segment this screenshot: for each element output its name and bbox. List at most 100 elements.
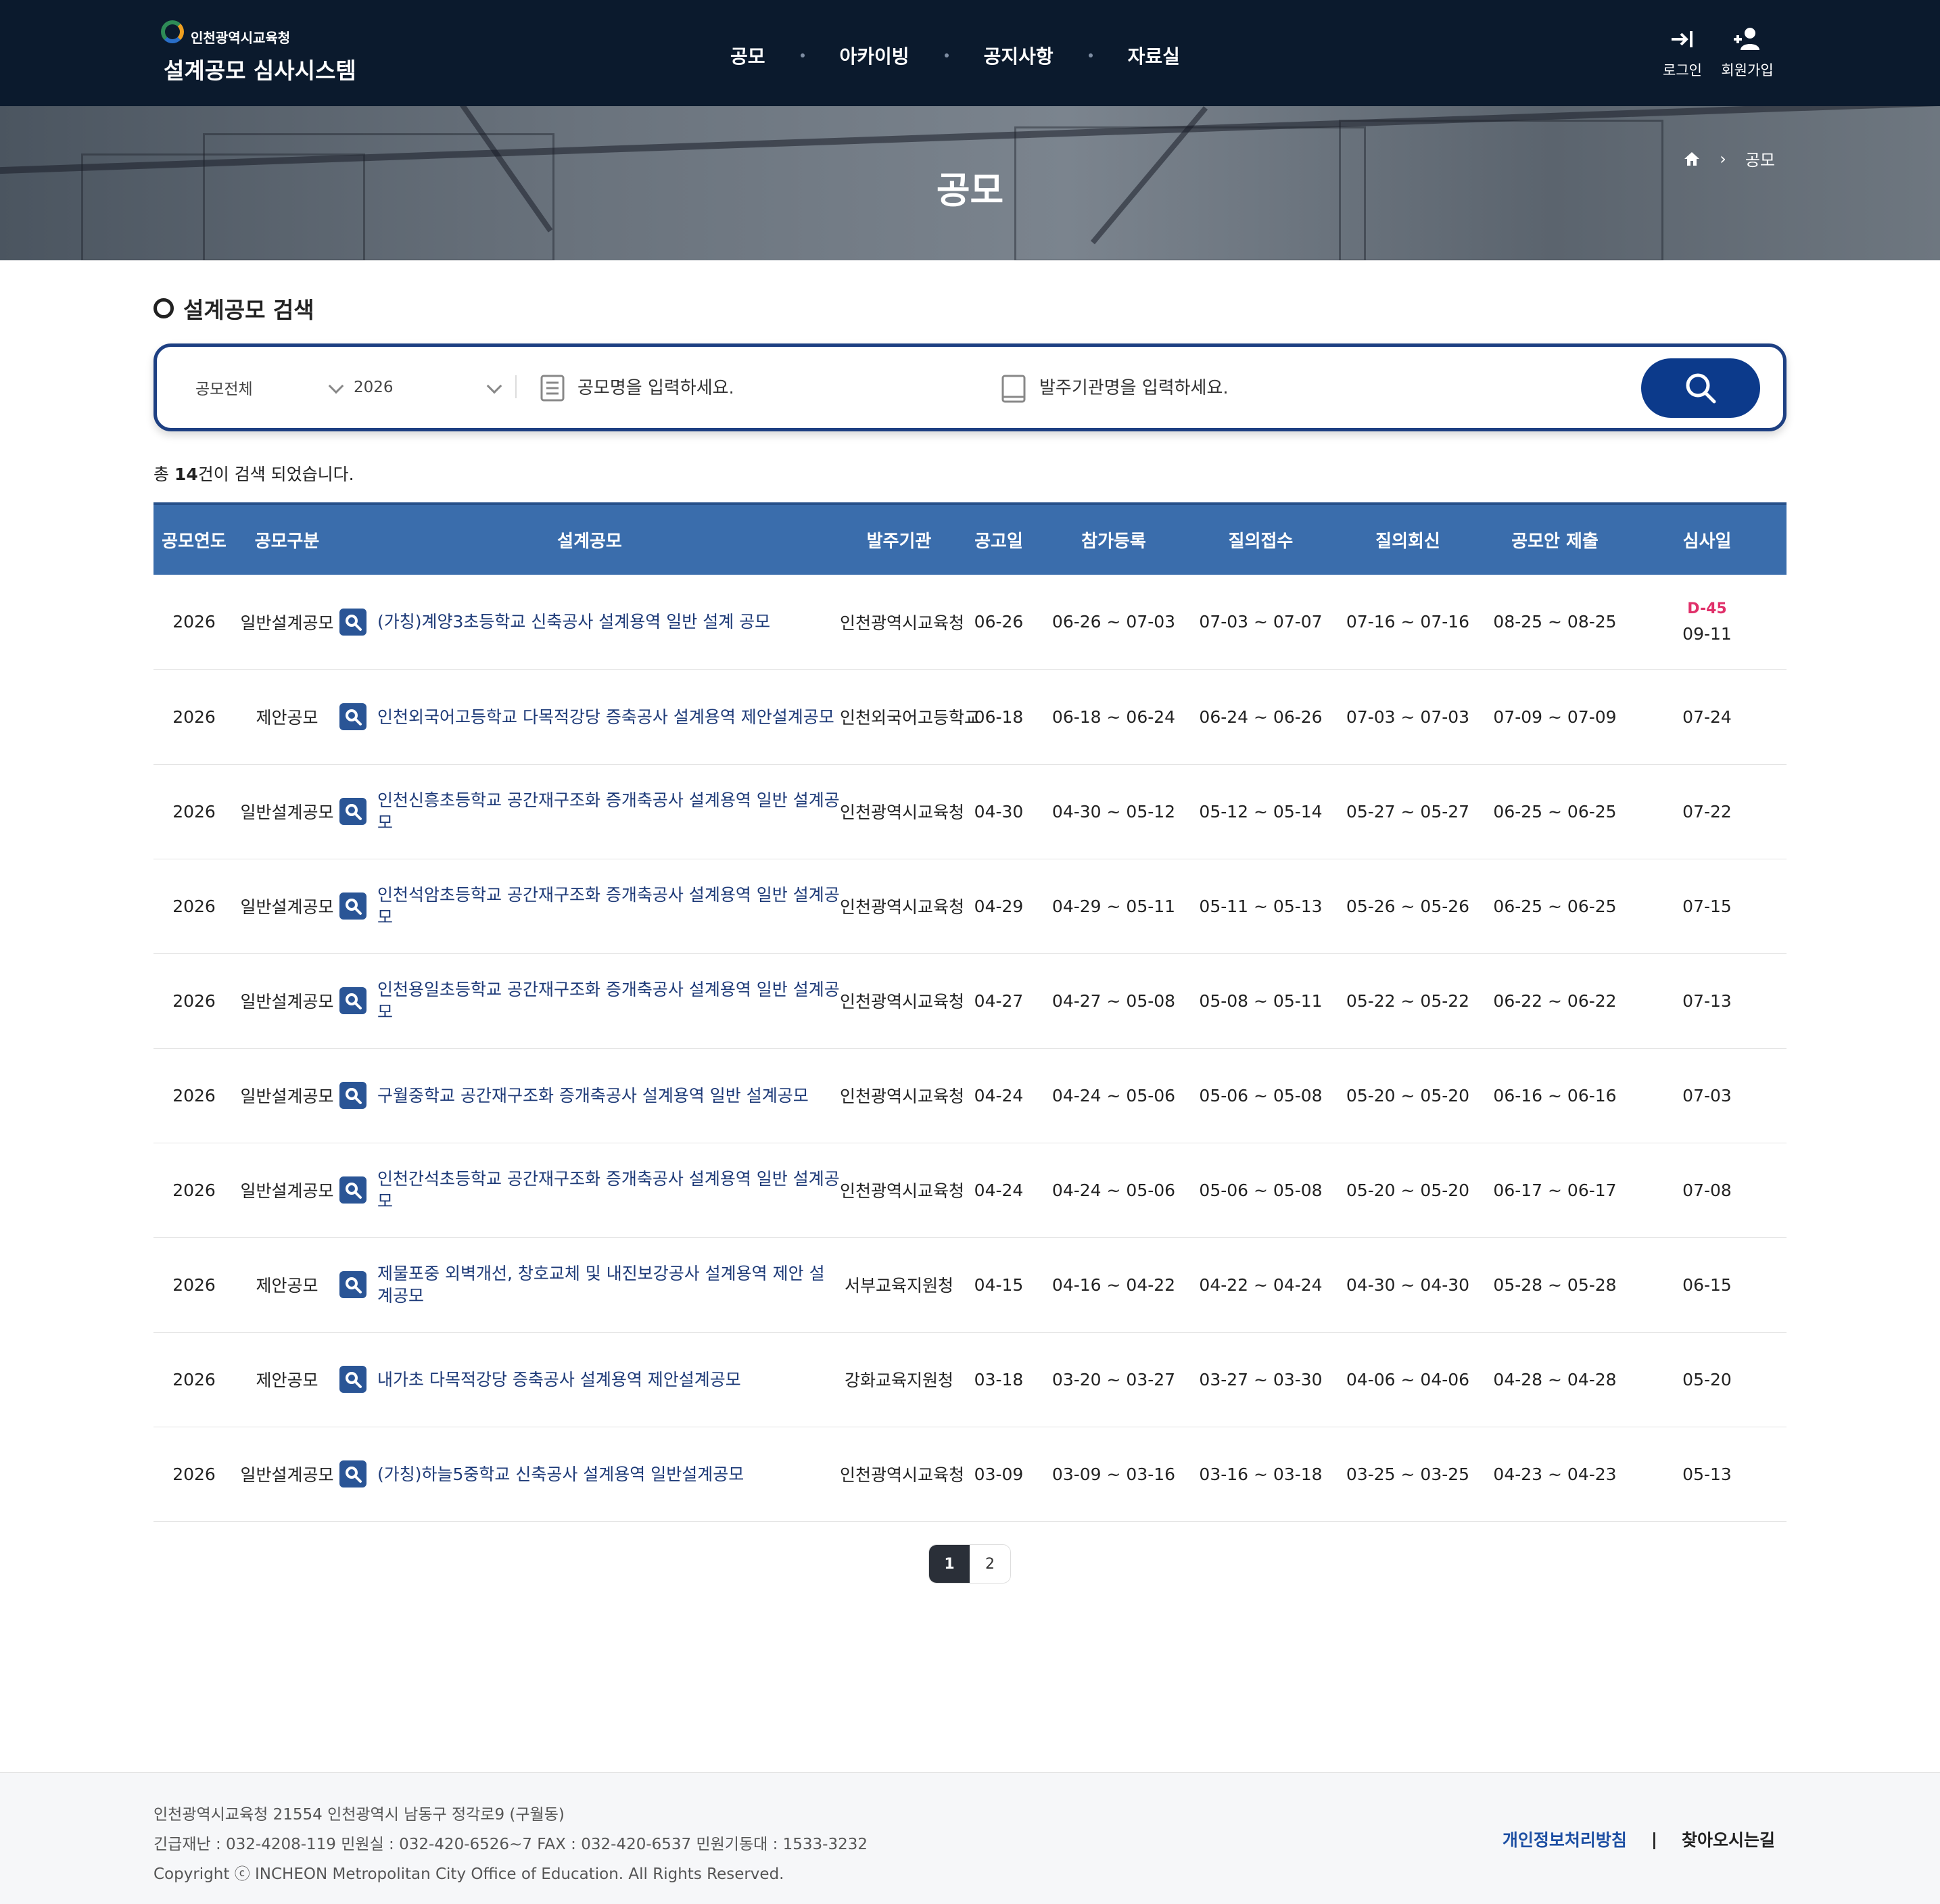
cell-year: 2026 xyxy=(172,1180,216,1200)
table-row[interactable]: 2026 제안공모 인천외국어고등학교 다목적강당 증축공사 설계용역 제안설계공모… xyxy=(153,669,1787,764)
magnifier-icon[interactable] xyxy=(339,703,366,730)
magnifier-icon[interactable] xyxy=(339,1460,366,1488)
contest-title-link[interactable]: 제물포중 외벽개선, 창호교체 및 내진보강공사 설계용역 제안 설계공모 xyxy=(377,1262,840,1307)
page-button-2[interactable]: 2 xyxy=(970,1545,1010,1583)
agency-name-input[interactable] xyxy=(1039,373,1513,404)
cell-notice-date: 06-26 xyxy=(974,612,1024,632)
cell-submission: 06-16 ~ 06-16 xyxy=(1493,1085,1617,1105)
contest-title-link[interactable]: (가칭)하늘5중학교 신축공사 설계용역 일반설계공모 xyxy=(377,1463,744,1485)
cell-submission: 06-25 ~ 06-25 xyxy=(1493,801,1617,822)
book-icon xyxy=(1001,375,1026,403)
cell-title: (가칭)하늘5중학교 신축공사 설계용역 일반설계공모 xyxy=(339,1427,840,1521)
category-select[interactable]: 공모전체 xyxy=(195,347,344,428)
nav-item-notice[interactable]: 공지사항 xyxy=(984,42,1054,69)
contest-title-link[interactable]: 인천외국어고등학교 다목적강당 증축공사 설계용역 제안설계공모 xyxy=(377,706,834,728)
cell-question-receipt: 05-11 ~ 05-13 xyxy=(1199,896,1323,916)
magnifier-icon[interactable] xyxy=(339,798,366,825)
column-header-title[interactable]: 설계공모 xyxy=(339,504,840,575)
cell-question-receipt: 04-22 ~ 04-24 xyxy=(1199,1275,1323,1295)
cell-review-date: 07-03 xyxy=(1628,1048,1787,1143)
cell-agency: 인천광역시교육청 xyxy=(840,1465,965,1485)
column-header-year[interactable]: 공모연도 xyxy=(153,504,235,575)
column-header-agency[interactable]: 발주기관 xyxy=(840,504,958,575)
pagination: 1 2 xyxy=(928,1544,1011,1584)
cell-question-receipt: 07-03 ~ 07-07 xyxy=(1199,612,1323,632)
cell-registration: 06-26 ~ 07-03 xyxy=(1051,612,1176,632)
cell-review-date: 07-15 xyxy=(1628,859,1787,953)
cell-title: 인천간석초등학교 공간재구조화 증개축공사 설계용역 일반 설계공모 xyxy=(339,1143,840,1237)
year-select[interactable]: 2026 xyxy=(354,347,509,428)
column-header-registration[interactable]: 참가등록 xyxy=(1039,504,1188,575)
contest-title-link[interactable]: 인천용일초등학교 공간재구조화 증개축공사 설계용역 일반 설계공모 xyxy=(377,978,840,1023)
signup-label: 회원가입 xyxy=(1721,62,1774,78)
cell-review-date: 07-08 xyxy=(1628,1143,1787,1237)
column-header-question-receipt[interactable]: 질의접수 xyxy=(1188,504,1333,575)
login-label: 로그인 xyxy=(1663,62,1702,78)
result-count-suffix: 건이 검색 되었습니다. xyxy=(197,465,354,484)
chevron-down-icon xyxy=(486,378,502,394)
column-header-review-date[interactable]: 심사일 xyxy=(1628,504,1787,575)
contest-name-input[interactable] xyxy=(577,373,983,404)
magnifier-icon[interactable] xyxy=(339,1176,366,1204)
cell-question-reply: 04-30 ~ 04-30 xyxy=(1346,1275,1470,1295)
contest-title-link[interactable]: 인천신흥초등학교 공간재구조화 증개축공사 설계용역 일반 설계공모 xyxy=(377,789,840,834)
table-row[interactable]: 2026 일반설계공모 구월중학교 공간재구조화 증개축공사 설계용역 일반 설계공… xyxy=(153,1048,1787,1143)
cell-year: 2026 xyxy=(172,991,216,1011)
logo-emblem-icon xyxy=(161,20,184,43)
cell-agency: 인천광역시교육청 xyxy=(840,803,965,822)
column-header-question-reply[interactable]: 질의회신 xyxy=(1333,504,1482,575)
cell-question-reply: 03-25 ~ 03-25 xyxy=(1346,1464,1470,1484)
contest-title-link[interactable]: 인천석암초등학교 공간재구조화 증개축공사 설계용역 일반 설계공모 xyxy=(377,884,840,928)
cell-submission: 04-28 ~ 04-28 xyxy=(1493,1369,1617,1389)
cell-type: 제안공모 xyxy=(256,708,318,728)
contest-title-link[interactable]: 구월중학교 공간재구조화 증개축공사 설계용역 일반 설계공모 xyxy=(377,1085,809,1107)
site-footer: 인천광역시교육청 21554 인천광역시 남동구 정각로9 (구월동) 긴급재난… xyxy=(0,1772,1940,1904)
cell-year: 2026 xyxy=(172,801,216,822)
chevron-down-icon xyxy=(328,378,344,394)
table-row[interactable]: 2026 제안공모 제물포중 외벽개선, 창호교체 및 내진보강공사 설계용역 제안… xyxy=(153,1237,1787,1332)
table-row[interactable]: 2026 일반설계공모 인천신흥초등학교 공간재구조화 증개축공사 설계용역 일반 … xyxy=(153,764,1787,859)
magnifier-icon[interactable] xyxy=(339,987,366,1014)
magnifier-icon[interactable] xyxy=(339,608,366,636)
table-row[interactable]: 2026 일반설계공모 인천석암초등학교 공간재구조화 증개축공사 설계용역 일반 … xyxy=(153,859,1787,953)
nav-item-library[interactable]: 자료실 xyxy=(1128,42,1180,69)
page-button-1[interactable]: 1 xyxy=(929,1545,970,1583)
magnifier-icon[interactable] xyxy=(339,1082,366,1109)
magnifier-icon[interactable] xyxy=(339,1366,366,1393)
table-row[interactable]: 2026 제안공모 내가초 다목적강당 증축공사 설계용역 제안설계공모 강화교육지원… xyxy=(153,1332,1787,1427)
cell-year: 2026 xyxy=(172,707,216,727)
cell-submission: 07-09 ~ 07-09 xyxy=(1493,707,1617,727)
column-header-submission[interactable]: 공모안 제출 xyxy=(1482,504,1628,575)
nav-item-contest[interactable]: 공모 xyxy=(730,42,765,69)
nav-item-archiving[interactable]: 아카이빙 xyxy=(840,42,909,69)
review-date-value: 05-20 xyxy=(1682,1369,1732,1389)
contest-title-link[interactable]: 내가초 다목적강당 증축공사 설계용역 제안설계공모 xyxy=(377,1368,741,1391)
review-date-value: 07-22 xyxy=(1682,801,1732,822)
table-row[interactable]: 2026 일반설계공모 (가칭)계양3초등학교 신축공사 설계용역 일반 설계 공모… xyxy=(153,575,1787,669)
cell-question-reply: 07-03 ~ 07-03 xyxy=(1346,707,1470,727)
search-button[interactable] xyxy=(1641,358,1760,418)
cell-submission: 04-23 ~ 04-23 xyxy=(1493,1464,1617,1484)
login-button[interactable]: 로그인 xyxy=(1649,26,1716,80)
title-cell-wrap: (가칭)계양3초등학교 신축공사 설계용역 일반 설계 공모 xyxy=(339,608,840,636)
magnifier-icon[interactable] xyxy=(339,892,366,920)
footer-links: 개인정보처리방침 | 찾아오시는길 xyxy=(1503,1827,1775,1851)
column-header-notice-date[interactable]: 공고일 xyxy=(958,504,1039,575)
main-nav: 공모 아카이빙 공지사항 자료실 xyxy=(730,42,1180,69)
contest-title-link[interactable]: (가칭)계양3초등학교 신축공사 설계용역 일반 설계 공모 xyxy=(377,611,770,633)
cell-year: 2026 xyxy=(172,1085,216,1105)
table-row[interactable]: 2026 일반설계공모 인천용일초등학교 공간재구조화 증개축공사 설계용역 일반 … xyxy=(153,953,1787,1048)
contest-title-link[interactable]: 인천간석초등학교 공간재구조화 증개축공사 설계용역 일반 설계공모 xyxy=(377,1168,840,1212)
column-header-type[interactable]: 공모구분 xyxy=(235,504,339,575)
privacy-policy-link[interactable]: 개인정보처리방침 xyxy=(1503,1827,1627,1851)
table-row[interactable]: 2026 일반설계공모 인천간석초등학교 공간재구조화 증개축공사 설계용역 일반 … xyxy=(153,1143,1787,1237)
directions-link[interactable]: 찾아오시는길 xyxy=(1682,1827,1775,1851)
table-row[interactable]: 2026 일반설계공모 (가칭)하늘5중학교 신축공사 설계용역 일반설계공모 인천광… xyxy=(153,1427,1787,1521)
cell-question-reply: 05-26 ~ 05-26 xyxy=(1346,896,1470,916)
signup-button[interactable]: 회원가입 xyxy=(1713,26,1781,80)
cell-review-date: 07-22 xyxy=(1628,764,1787,859)
home-icon[interactable] xyxy=(1683,151,1701,167)
review-date-value: 07-03 xyxy=(1682,1085,1732,1105)
magnifier-icon[interactable] xyxy=(339,1271,366,1298)
footer-address: 인천광역시교육청 21554 인천광역시 남동구 정각로9 (구월동) xyxy=(153,1806,565,1824)
